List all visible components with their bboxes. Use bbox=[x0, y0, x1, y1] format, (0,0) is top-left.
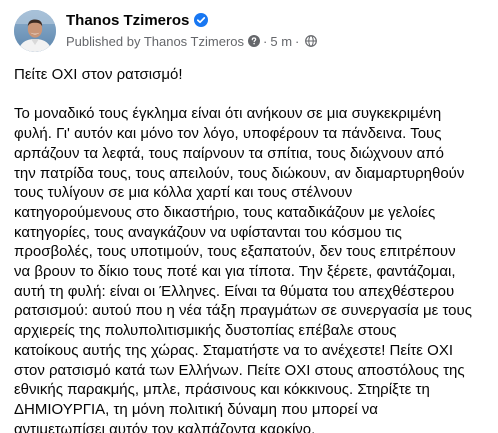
post-body: Το μοναδικό τους έγκλημα είναι ότι ανήκο… bbox=[14, 104, 486, 433]
globe-icon[interactable] bbox=[305, 35, 318, 47]
separator-dot: · bbox=[295, 33, 300, 49]
post-body-line: αντιμετωπίσει αυτόν τον καλπάζοντα καρκί… bbox=[14, 420, 316, 433]
facebook-post: Thanos Tzimeros Published by Thanos Tzim… bbox=[0, 0, 498, 433]
question-mark-icon[interactable] bbox=[248, 35, 261, 47]
author-name-row: Thanos Tzimeros bbox=[66, 10, 317, 30]
post-body-line: κατηγορούμενους στο δικαστήριο, τους κατ… bbox=[14, 203, 436, 221]
post-body-line: τους τυλίγουν σε μια κόλλα χαρτί και του… bbox=[14, 184, 353, 202]
post-body-line: στον ρατσισμό κατά των Ελλήνων. Πείτε ΟΧ… bbox=[14, 361, 465, 379]
post-body-line: προσβολές, τους υποτιμούν, τους εξαπατού… bbox=[14, 243, 456, 261]
post-body-line: ΔΗΜΙΟΥΡΓΙΑ, τη μόνη πολιτική δύναμη που … bbox=[14, 400, 378, 418]
post-timestamp[interactable]: 5 m bbox=[270, 34, 292, 49]
post-body-line: φυλή. Γι' αυτόν και μόνο τον λόγο, υποφέ… bbox=[14, 125, 442, 143]
post-subtitle: Published by Thanos Tzimeros · 5 m · bbox=[66, 32, 318, 50]
post-body-line: κατοίκους αυτής της χώρας. Σταματήστε να… bbox=[14, 341, 454, 359]
post-body-line: ρατσισμού: αυτού που η νέα τάξη πραγμάτω… bbox=[14, 302, 472, 320]
verified-badge-icon bbox=[194, 13, 209, 27]
post-header: Thanos Tzimeros Published by Thanos Tzim… bbox=[14, 10, 488, 54]
post-body-line: κατηγορίες, τους αναγκάζουν να υφίσταντα… bbox=[14, 223, 402, 241]
author-meta: Thanos Tzimeros Published by Thanos Tzim… bbox=[66, 10, 318, 50]
post-body-line: εθνικής παρακμής, μπλε, πράσινους και κό… bbox=[14, 381, 430, 399]
avatar-photo bbox=[14, 10, 56, 52]
post-heading: Πείτε ΟΧΙ στον ρατσισμό! bbox=[14, 66, 183, 83]
author-name[interactable]: Thanos Tzimeros bbox=[66, 12, 189, 29]
post-body-line: αρπάζουν τα λεφτά, τους παίρνουν τα σπίτ… bbox=[14, 144, 444, 162]
avatar[interactable] bbox=[14, 10, 56, 52]
published-by-label: Published by Thanos Tzimeros bbox=[66, 33, 245, 49]
post-body-line: την πατρίδα τους, τους απειλούν, τους δι… bbox=[14, 164, 465, 182]
post-body-line: αυτή τη φυλή: είναι οι Έλληνες. Είναι τα… bbox=[14, 282, 455, 300]
post-body-line: Το μοναδικό τους έγκλημα είναι ότι ανήκο… bbox=[14, 105, 442, 123]
post-body-line: αρχιερείς της πολυπολιτισμικής δυστοπίας… bbox=[14, 322, 397, 340]
post-body-line: να βρουν το δίκιο τους ποτέ και για τίπο… bbox=[14, 263, 456, 281]
post-content: Πείτε ΟΧΙ στον ρατσισμό! Το μοναδικό του… bbox=[14, 65, 486, 433]
separator-dot: · bbox=[263, 33, 268, 49]
